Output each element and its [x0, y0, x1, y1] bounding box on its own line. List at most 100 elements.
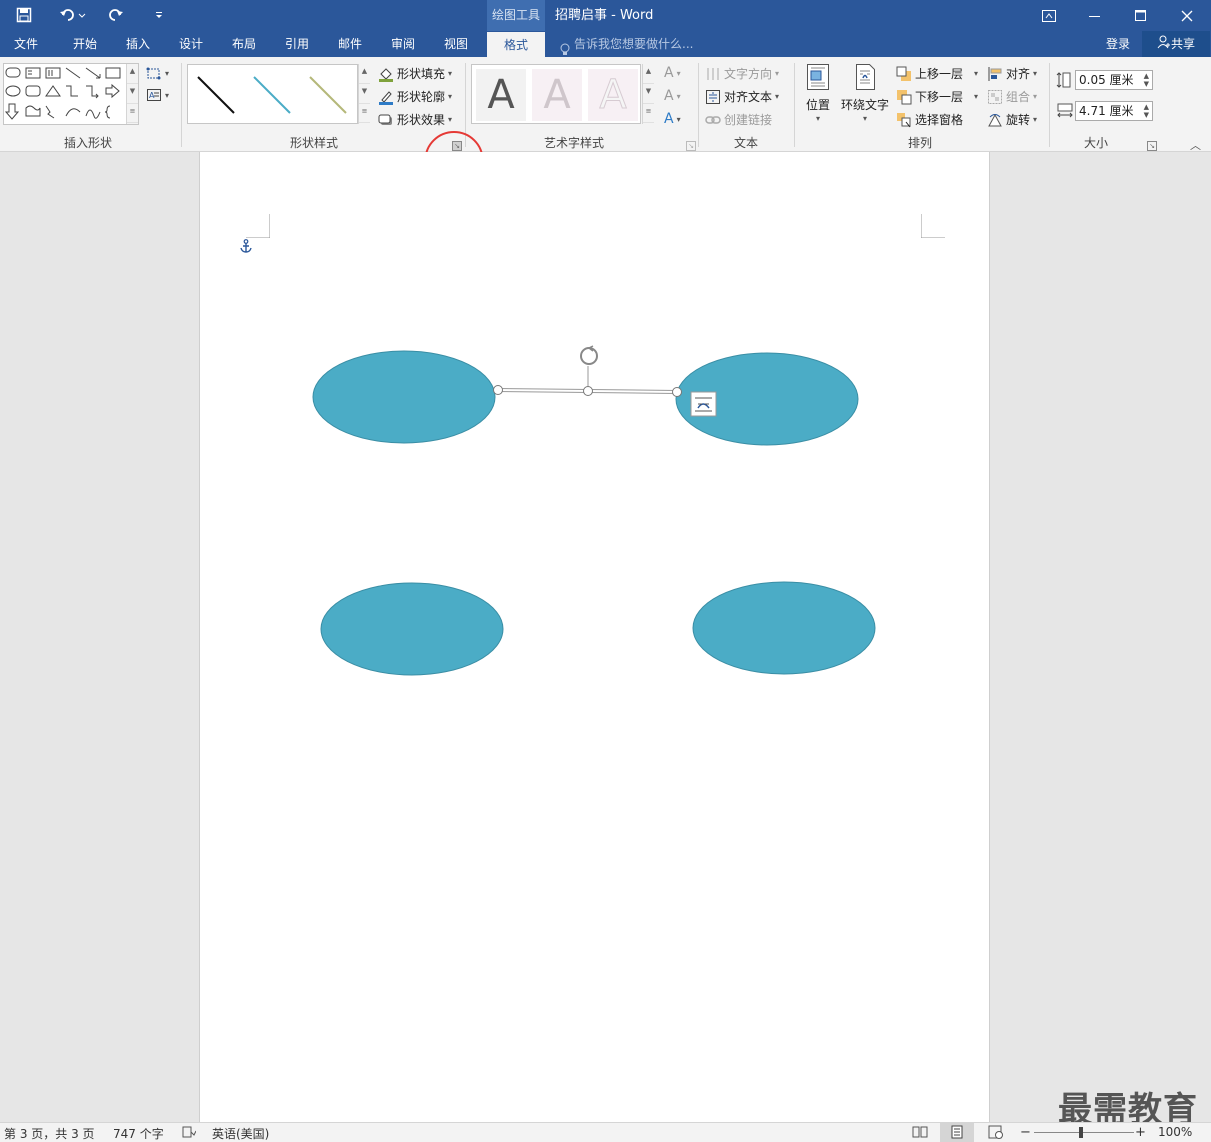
height-spin-arrows-icon[interactable]: ▲ ▼: [1144, 72, 1149, 88]
create-link-button[interactable]: 创建链接: [705, 111, 772, 128]
position-button[interactable]: 位置 ▾: [805, 63, 831, 123]
group-separator: [1049, 63, 1050, 147]
wordart-gallery-scroll[interactable]: ▲ ▼ ≡: [642, 64, 654, 124]
pen-outline-icon: [378, 89, 394, 105]
shape-outline-button[interactable]: 形状轮廓 ▾: [378, 88, 452, 105]
ellipse-shape-bottom-left[interactable]: [320, 582, 504, 676]
wrap-text-button[interactable]: 环绕文字 ▾: [841, 63, 889, 123]
wordart-style-3[interactable]: A: [588, 69, 638, 121]
text-fill-button[interactable]: A ▾: [664, 65, 681, 81]
text-effects-button[interactable]: A ▾: [664, 111, 681, 127]
group-label-size: 大小: [1084, 136, 1109, 150]
close-icon[interactable]: [1164, 0, 1210, 31]
language-indicator[interactable]: 英语(美国): [212, 1125, 269, 1142]
width-spin-arrows-icon[interactable]: ▲ ▼: [1144, 103, 1149, 119]
read-mode-icon[interactable]: [912, 1125, 928, 1142]
undo-icon[interactable]: [55, 4, 91, 26]
redo-icon[interactable]: [103, 4, 127, 26]
shapes-gallery[interactable]: [3, 63, 139, 125]
tab-layout[interactable]: 布局: [221, 31, 267, 57]
minimize-icon[interactable]: [1072, 0, 1118, 31]
document-title: 招聘启事 - Word: [555, 8, 654, 23]
share-button[interactable]: 共享: [1142, 31, 1210, 57]
wordart-style-2[interactable]: A: [532, 69, 582, 121]
tab-view[interactable]: 视图: [433, 31, 479, 57]
shape-width-value: 4.71 厘米: [1079, 104, 1134, 118]
proofing-icon[interactable]: [182, 1125, 197, 1142]
print-layout-icon[interactable]: [940, 1123, 974, 1142]
layout-options-icon[interactable]: [690, 391, 717, 417]
wordart-gallery[interactable]: A A A: [471, 64, 641, 124]
send-backward-icon: [896, 89, 912, 105]
align-button[interactable]: 对齐 ▾: [987, 65, 1037, 82]
ribbon-display-options-icon[interactable]: [1026, 0, 1072, 31]
rotate-button[interactable]: 旋转 ▾: [987, 111, 1037, 128]
tell-me-search[interactable]: 告诉我您想要做什么...: [560, 31, 693, 57]
shape-effects-button[interactable]: 形状效果 ▾: [378, 111, 452, 128]
shape-styles-scroll[interactable]: ▲ ▼ ≡: [358, 64, 370, 124]
tab-references[interactable]: 引用: [274, 31, 320, 57]
zoom-slider-track[interactable]: [1034, 1132, 1134, 1133]
lightbulb-icon: [560, 39, 570, 55]
group-objects-icon: [987, 89, 1003, 105]
share-label: 共享: [1170, 37, 1195, 51]
text-direction-button[interactable]: 文字方向 ▾: [705, 65, 779, 82]
person-icon: [1157, 32, 1171, 58]
shape-height-control: [1056, 71, 1072, 88]
word-count[interactable]: 747 个字: [113, 1125, 164, 1142]
send-backward-button[interactable]: 下移一层 ▾: [896, 88, 978, 105]
line-endpoint-handle-end[interactable]: [672, 387, 682, 397]
login-link[interactable]: 登录: [1106, 31, 1130, 57]
selection-pane-button[interactable]: 选择窗格: [896, 111, 963, 128]
shape-height-input[interactable]: 0.05 厘米 ▲ ▼: [1075, 70, 1153, 90]
zoom-out-button[interactable]: −: [1020, 1125, 1031, 1140]
shape-styles-gallery[interactable]: [187, 64, 358, 124]
page-info[interactable]: 第 3 页，共 3 页: [4, 1125, 95, 1142]
paint-bucket-icon: [378, 66, 394, 82]
maximize-icon[interactable]: [1118, 0, 1164, 31]
document-page[interactable]: [199, 152, 990, 1122]
bring-forward-button[interactable]: 上移一层 ▾: [896, 65, 978, 82]
zoom-in-button[interactable]: +: [1135, 1125, 1146, 1140]
align-text-button[interactable]: 对齐文本 ▾: [705, 88, 779, 105]
rotation-handle-icon[interactable]: [580, 345, 598, 365]
line-endpoint-handle-start[interactable]: [493, 385, 503, 395]
width-icon: [1056, 102, 1073, 118]
tab-design[interactable]: 设计: [168, 31, 214, 57]
shapes-canvas: [312, 345, 876, 676]
zoom-level[interactable]: 100%: [1158, 1125, 1192, 1139]
align-text-label: 对齐文本: [724, 90, 773, 104]
size-dialog-launcher-icon[interactable]: ↘: [1147, 141, 1157, 151]
ellipse-shape-bottom-right[interactable]: [692, 581, 876, 675]
tab-mailings[interactable]: 邮件: [327, 31, 373, 57]
shape-width-input[interactable]: 4.71 厘米 ▲ ▼: [1075, 101, 1153, 121]
shape-fill-button[interactable]: 形状填充 ▾: [378, 65, 452, 82]
ribbon-tabs: 文件 开始 插入 设计 布局 引用 邮件 审阅 视图 格式 告诉我您想要做什么.…: [0, 31, 1211, 57]
edit-shape-button[interactable]: ▾: [146, 65, 169, 81]
web-layout-icon[interactable]: [988, 1125, 1004, 1142]
wordart-style-1[interactable]: A: [476, 69, 526, 121]
align-objects-icon: [987, 66, 1003, 82]
collapse-ribbon-icon[interactable]: ︿: [1190, 137, 1201, 153]
group-label-insert-shapes: 插入形状: [64, 136, 113, 150]
line-midpoint-handle[interactable]: [583, 386, 593, 396]
group-separator: [698, 63, 699, 147]
create-link-label: 创建链接: [724, 113, 773, 127]
shape-width-control: [1056, 102, 1073, 118]
draw-textbox-button[interactable]: A ▾: [146, 87, 169, 103]
text-outline-button[interactable]: A ▾: [664, 88, 681, 104]
shapes-gallery-scroll[interactable]: ▲ ▼ ≡: [126, 64, 138, 124]
wordart-dialog-launcher-icon[interactable]: ↘: [686, 141, 696, 151]
tab-home[interactable]: 开始: [62, 31, 108, 57]
save-icon[interactable]: [12, 4, 36, 26]
tab-review[interactable]: 审阅: [380, 31, 426, 57]
tab-file[interactable]: 文件: [0, 31, 52, 57]
customize-qat-icon[interactable]: [150, 4, 168, 26]
tab-insert[interactable]: 插入: [115, 31, 161, 57]
group-objects-button[interactable]: 组合 ▾: [987, 88, 1037, 105]
tab-format[interactable]: 格式: [487, 32, 545, 57]
edit-shape-icon: [146, 65, 162, 81]
position-label: 位置: [805, 98, 830, 112]
zoom-slider-thumb[interactable]: [1079, 1127, 1083, 1138]
ellipse-shape-top-left[interactable]: [312, 350, 496, 444]
